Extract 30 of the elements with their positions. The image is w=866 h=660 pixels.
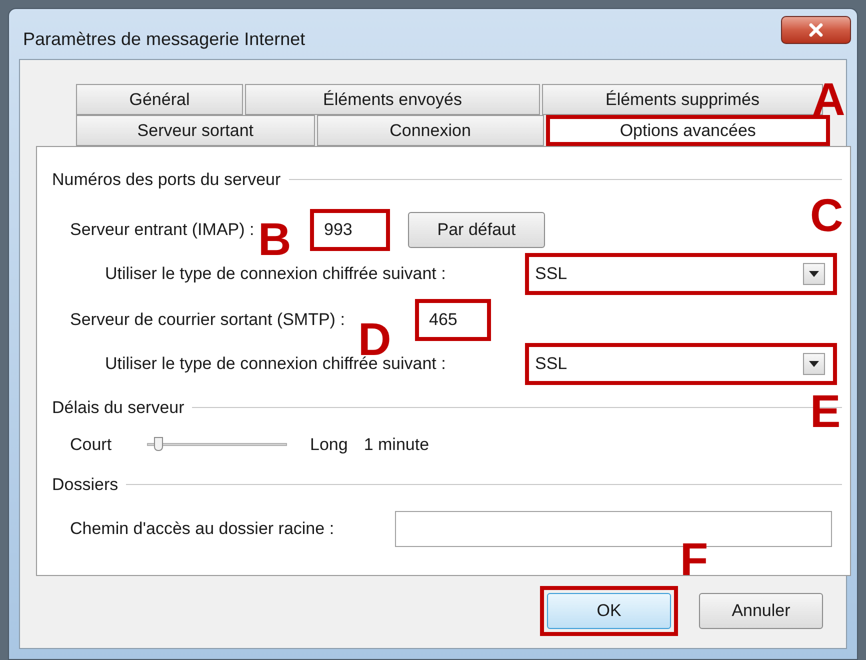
slider-max-label: Long — [310, 434, 348, 456]
annotation-letter: F — [680, 536, 708, 582]
port-field[interactable]: 993 — [310, 208, 390, 250]
field-label: Serveur de courrier sortant (SMTP) : — [70, 310, 345, 329]
timeout-slider[interactable] — [147, 436, 287, 453]
tab[interactable]: Connexion — [316, 115, 544, 146]
annotation-letter: C — [810, 192, 844, 238]
default-button[interactable]: Par défaut — [408, 212, 545, 248]
annotation-letter: B — [258, 216, 292, 262]
slider-thumb[interactable] — [154, 436, 164, 451]
encryption-dropdown[interactable]: SSL — [525, 342, 837, 384]
dialog-button[interactable]: Annuler — [699, 593, 823, 629]
field-label: Chemin d'accès au dossier racine : — [70, 519, 334, 538]
window-title: Paramètres de messagerie Internet — [23, 28, 306, 51]
timeout-reading: 1 minute — [364, 434, 430, 456]
tab[interactable]: Serveur sortant — [76, 115, 315, 146]
section-heading: Numéros des ports du serveur — [52, 169, 281, 191]
field-label: Serveur entrant (IMAP) : — [70, 220, 254, 239]
dialog-button[interactable]: OK — [547, 593, 671, 629]
port-field[interactable]: 465 — [415, 298, 491, 340]
annotation-letter: E — [810, 388, 841, 434]
slider-min-label: Court — [70, 434, 113, 456]
close-button[interactable] — [781, 16, 851, 44]
section-heading: Dossiers — [52, 474, 118, 496]
field-label: Utiliser le type de connexion chiffrée suivant : — [105, 264, 446, 283]
tab[interactable]: Général — [76, 84, 243, 115]
encryption-dropdown[interactable]: SSL — [525, 252, 837, 294]
tab[interactable]: Éléments envoyés — [245, 84, 540, 115]
section-heading: Délais du serveur — [52, 396, 184, 418]
tab[interactable]: Options avancées — [546, 115, 830, 146]
